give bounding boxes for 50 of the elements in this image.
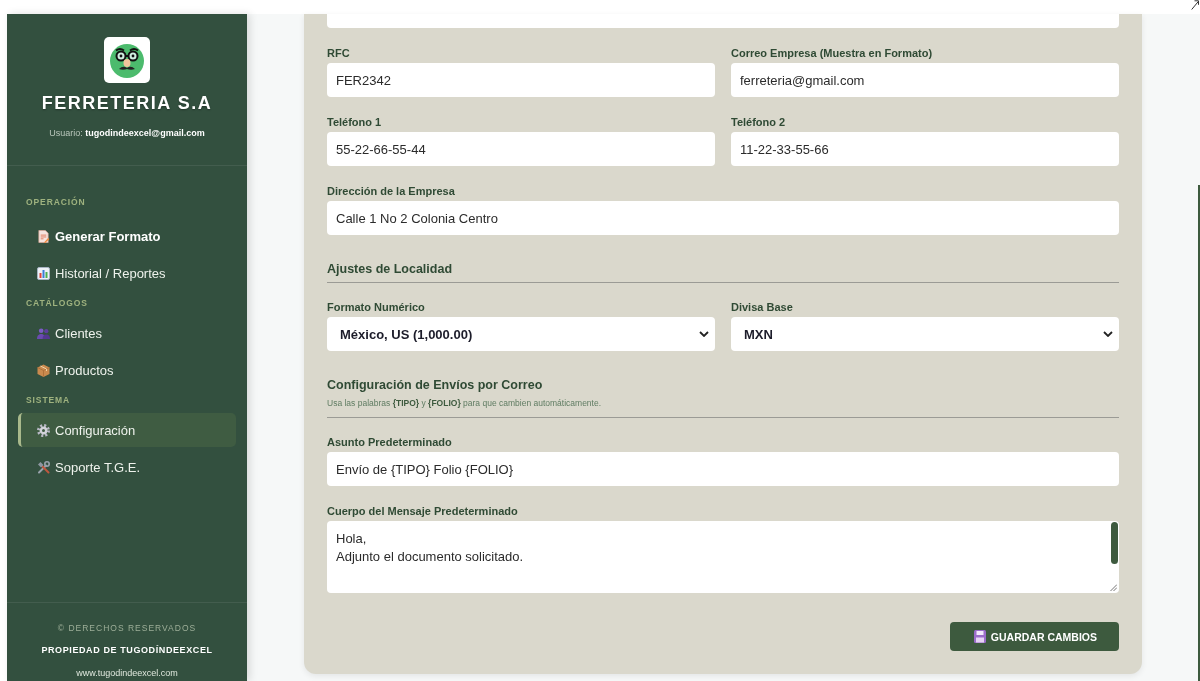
resize-grip-icon[interactable] xyxy=(1110,584,1117,591)
field-label: Teléfono 2 xyxy=(731,115,786,129)
website-text: www.tugodindeexcel.com xyxy=(76,667,178,679)
document-icon xyxy=(37,229,50,243)
input-field[interactable]: Envío de {TIPO} Folio {FOLIO} xyxy=(327,452,1119,486)
bar-chart-icon xyxy=(37,266,50,280)
section-heading: Configuración de Envíos por Correo xyxy=(327,377,543,393)
input-field[interactable]: Calle 1 No 2 Colonia Centro xyxy=(327,201,1119,235)
copyright-text: © DERECHOS RESERVADOS xyxy=(57,622,197,634)
owner-text: PROPIEDAD DE TUGODÍNDEEXCEL xyxy=(41,644,213,656)
brand-title: FERRETERIA S.A xyxy=(41,93,213,113)
field-label: Formato Numérico xyxy=(327,300,425,314)
gear-icon xyxy=(37,423,50,437)
logo-icon xyxy=(104,37,150,83)
field-label: Teléfono 1 xyxy=(327,115,382,129)
field-label: Dirección de la Empresa xyxy=(327,184,455,198)
input-field[interactable]: 55-22-66-55-44 xyxy=(327,132,715,166)
section-title: CATÁLOGOS xyxy=(25,297,88,309)
section-title: OPERACIÓN xyxy=(25,196,86,208)
scrollbar-thumb[interactable] xyxy=(1111,522,1118,564)
field-label: Correo Empresa (Muestra en Formato) xyxy=(731,46,933,60)
chevron-down-icon xyxy=(1103,331,1113,337)
save-button[interactable]: GUARDAR CAMBIOS xyxy=(949,622,1119,651)
user-info: Usuario: tugodindeexcel@gmail.com xyxy=(49,127,205,139)
nav-item[interactable]: Historial / Reportes xyxy=(18,256,236,290)
section-heading: Ajustes de Localidad xyxy=(327,261,453,277)
select-field[interactable]: MXN xyxy=(731,317,1119,351)
section-title: SISTEMA xyxy=(25,394,71,406)
input-field[interactable] xyxy=(327,14,1119,28)
input-field[interactable]: 11-22-33-55-66 xyxy=(731,132,1119,166)
input-field[interactable]: ferreteria@gmail.com xyxy=(731,63,1119,97)
field-label: Divisa Base xyxy=(731,300,793,314)
chevron-down-icon xyxy=(699,331,709,337)
scrollbar-thumb[interactable] xyxy=(1198,185,1200,681)
arrow-icon xyxy=(1191,0,1199,10)
input-field[interactable]: FER2342 xyxy=(327,63,715,97)
textarea-field[interactable]: Hola, Adjunto el documento solicitado. xyxy=(327,521,1119,593)
hint-text: Usa las palabras {TIPO} y {FOLIO} para que cambien automáticamente. xyxy=(327,398,602,408)
nav-item[interactable]: Configuración xyxy=(18,413,236,447)
tools-icon xyxy=(37,460,50,474)
select-field[interactable]: México, US (1,000.00) xyxy=(327,317,715,351)
nav-item[interactable]: Clientes xyxy=(18,316,236,350)
people-icon xyxy=(37,326,50,340)
nav-item[interactable]: Productos xyxy=(18,353,236,387)
nav-item[interactable]: Generar Formato xyxy=(18,219,236,253)
field-label: Asunto Predeterminado xyxy=(327,435,452,449)
field-label: RFC xyxy=(327,46,350,60)
package-icon xyxy=(37,363,50,377)
field-label: Cuerpo del Mensaje Predeterminado xyxy=(327,504,518,518)
nav-item[interactable]: Soporte T.G.E. xyxy=(18,450,236,484)
